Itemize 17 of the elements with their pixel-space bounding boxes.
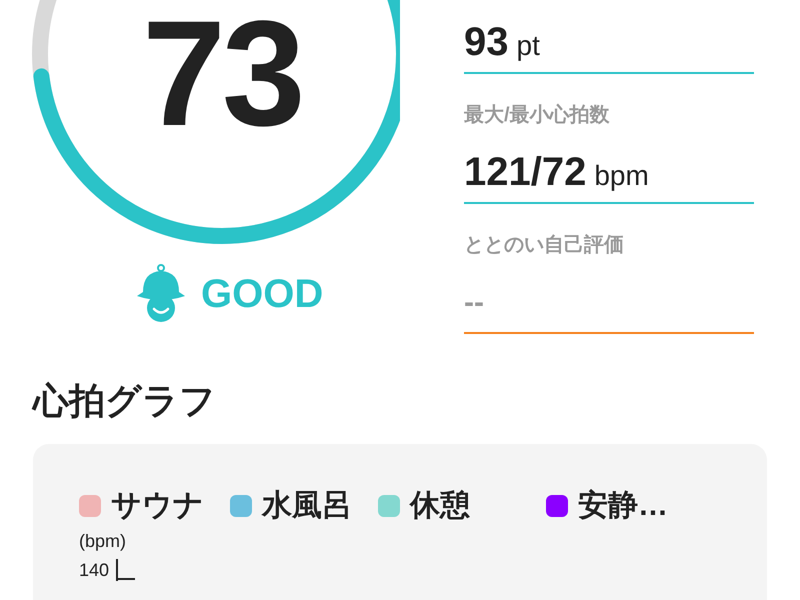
score-value: 73 — [142, 8, 302, 138]
stat-unit: pt — [516, 29, 540, 63]
stat-label: 最大/最小心拍数 — [464, 102, 611, 128]
rating-label: GOOD — [201, 271, 324, 318]
legend-label: 安静… — [578, 488, 668, 524]
stat-value: 121/72 — [464, 149, 586, 196]
legend-label: 水風呂 — [262, 488, 352, 524]
y-axis — [115, 559, 136, 581]
legend-label: 休憩 — [410, 488, 470, 524]
axis-unit: (bpm) — [79, 530, 126, 553]
stat-unit: bpm — [594, 159, 649, 193]
stat-value: 93 — [464, 19, 508, 66]
legend-label: サウナ — [111, 488, 204, 524]
stat-value: -- — [464, 285, 484, 321]
section-title: 心拍グラフ — [33, 379, 217, 423]
stat-label: ととのい自己評価 — [464, 233, 625, 258]
axis-tick-label: 140 — [79, 559, 110, 581]
